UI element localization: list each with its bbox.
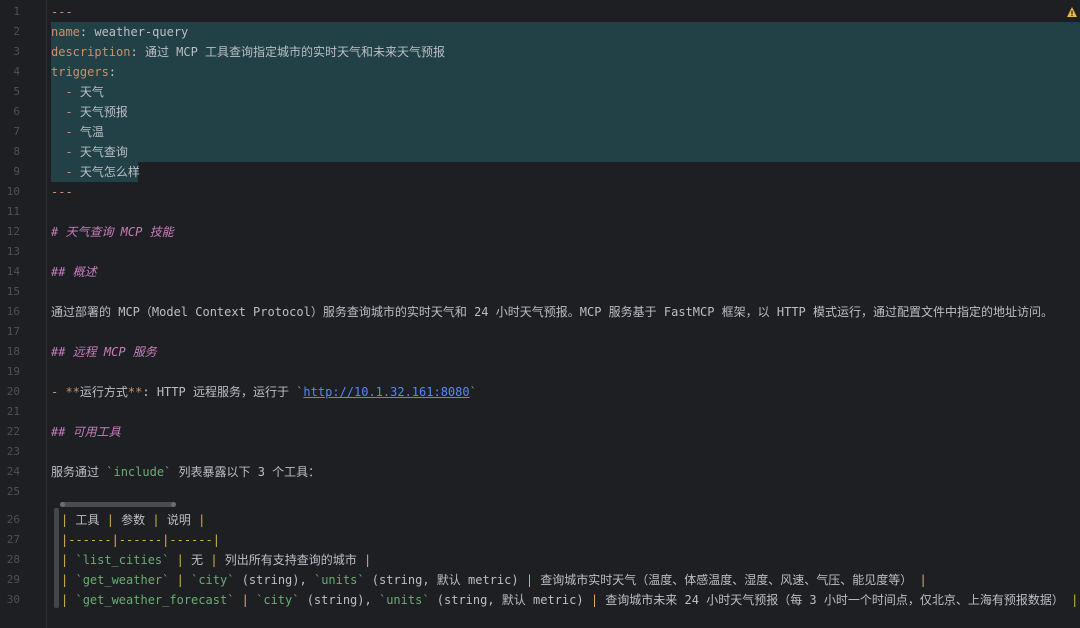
heading-1: # 天气查询 MCP 技能: [51, 225, 174, 239]
delimiter-text: ---: [51, 185, 73, 199]
trigger-value: 天气: [79, 85, 104, 99]
tool-name: list_cities: [82, 553, 163, 567]
tool-description: 查询城市实时天气（温度、体感温度、湿度、风速、气压、能见度等）: [540, 573, 913, 587]
line-number: 12: [6, 225, 20, 238]
tool-name: get_weather: [82, 573, 163, 587]
line-number: 20: [6, 385, 20, 398]
bold-text: 运行方式: [79, 385, 128, 399]
param-type: (string),: [299, 593, 379, 607]
line-number: 2: [13, 25, 20, 38]
frontmatter-triggers-line: triggers:: [51, 65, 117, 79]
line-number: 7: [13, 125, 20, 138]
line-number: 6: [13, 105, 20, 118]
yaml-key: triggers: [51, 65, 109, 79]
tool-description: 列出所有支持查询的城市: [224, 553, 357, 567]
line-number: 1: [13, 5, 20, 18]
trigger-value: 天气查询: [79, 145, 128, 159]
tools-intro: 服务通过 `include` 列表暴露以下 3 个工具：: [51, 465, 321, 479]
line-number: 18: [6, 345, 20, 358]
table-block-marker: [54, 508, 59, 608]
line-number: 14: [6, 265, 20, 278]
param-name: city: [198, 573, 228, 587]
table-header-cell: 说明: [166, 513, 191, 527]
tool-name: get_weather_forecast: [82, 593, 228, 607]
line-number: 28: [6, 553, 20, 566]
intro-text: 列表暴露以下 3 个工具：: [171, 465, 321, 479]
line-number: 22: [6, 425, 20, 438]
trigger-value: 天气怎么样: [79, 165, 140, 179]
trigger-value: 气温: [79, 125, 104, 139]
item-text: : HTTP 远程服务，运行于: [142, 385, 297, 399]
trigger-item: - 天气: [51, 85, 104, 99]
param-name: units: [386, 593, 423, 607]
line-number: 30: [6, 593, 20, 606]
line-number: 23: [6, 445, 20, 458]
table-header-row: | 工具 | 参数 | 说明 |: [61, 513, 206, 527]
param-type: (string, 默认 metric): [429, 593, 584, 607]
line-number: 17: [6, 325, 20, 338]
param-name: city: [263, 593, 293, 607]
trigger-item: - 天气查询: [51, 145, 128, 159]
table-header-cell: 参数: [121, 513, 146, 527]
table-header-cell: 工具: [75, 513, 100, 527]
remote-service-item: - **运行方式**: HTTP 远程服务，运行于 `http://10.1.3…: [51, 385, 477, 399]
heading-remote-service: ## 远程 MCP 服务: [51, 345, 157, 359]
line-number: 5: [13, 85, 20, 98]
line-number: 25: [6, 485, 20, 498]
line-number: 29: [6, 573, 20, 586]
line-number: 10: [6, 185, 20, 198]
heading-tools: ## 可用工具: [51, 425, 121, 439]
line-number: 13: [6, 245, 20, 258]
line-number: 11: [6, 205, 20, 218]
intro-text: 服务通过: [51, 465, 107, 479]
line-number: 3: [13, 45, 20, 58]
yaml-key: description: [51, 45, 131, 59]
line-number: 15: [6, 285, 20, 298]
line-number-gutter: 1 2 3 4 5 6 7 8 9 10 11 12 13 14 15 16 1…: [0, 0, 47, 628]
trigger-item: - 气温: [51, 125, 104, 139]
overview-paragraph: 通过部署的 MCP（Model Context Protocol）服务查询城市的…: [51, 305, 1054, 319]
line-number: 21: [6, 405, 20, 418]
table-row: | `list_cities` | 无 | 列出所有支持查询的城市 |: [61, 553, 372, 567]
line-number: 19: [6, 365, 20, 378]
line-number: 9: [13, 165, 20, 178]
frontmatter-name-line: name: weather-query: [51, 25, 189, 39]
line-number: 27: [6, 533, 20, 546]
table-horizontal-scrollbar[interactable]: [60, 502, 176, 507]
line-number: 4: [13, 65, 20, 78]
line-number: 24: [6, 465, 20, 478]
frontmatter-delimiter: ---: [51, 182, 73, 202]
yaml-value: 通过 MCP 工具查询指定城市的实时天气和未来天气预报: [144, 45, 446, 59]
param-type: (string),: [234, 573, 314, 587]
yaml-key: name: [51, 25, 80, 39]
inline-code: include: [113, 465, 165, 479]
line-number: 16: [6, 305, 20, 318]
line-number: 8: [13, 145, 20, 158]
param-type: (string, 默认 metric): [364, 573, 519, 587]
code-editor[interactable]: 1 2 3 4 5 6 7 8 9 10 11 12 13 14 15 16 1…: [0, 0, 1080, 628]
code-content[interactable]: --- name: weather-query description: 通过 …: [51, 0, 1080, 628]
delimiter-text: ---: [51, 5, 73, 19]
yaml-value: weather-query: [94, 25, 189, 39]
trigger-item: - 天气怎么样: [51, 165, 140, 179]
service-url-link[interactable]: http://10.1.32.161:8080: [303, 385, 469, 399]
tool-description: 查询城市未来 24 小时天气预报（每 3 小时一个时间点，仅北京、上海有预报数据…: [605, 593, 1064, 607]
frontmatter-description-line: description: 通过 MCP 工具查询指定城市的实时天气和未来天气预报: [51, 45, 446, 59]
table-separator-row: |------|------|------|: [61, 533, 220, 547]
heading-overview: ## 概述: [51, 265, 97, 279]
param-name: units: [321, 573, 358, 587]
trigger-value: 天气预报: [79, 105, 128, 119]
frontmatter-delimiter: ---: [51, 2, 73, 22]
line-number: 26: [6, 513, 20, 526]
tool-params: 无: [191, 553, 204, 567]
trigger-item: - 天气预报: [51, 105, 128, 119]
table-row: | `get_weather_forecast` | `city` (strin…: [61, 593, 1079, 607]
table-row: | `get_weather` | `city` (string), `unit…: [61, 573, 927, 587]
